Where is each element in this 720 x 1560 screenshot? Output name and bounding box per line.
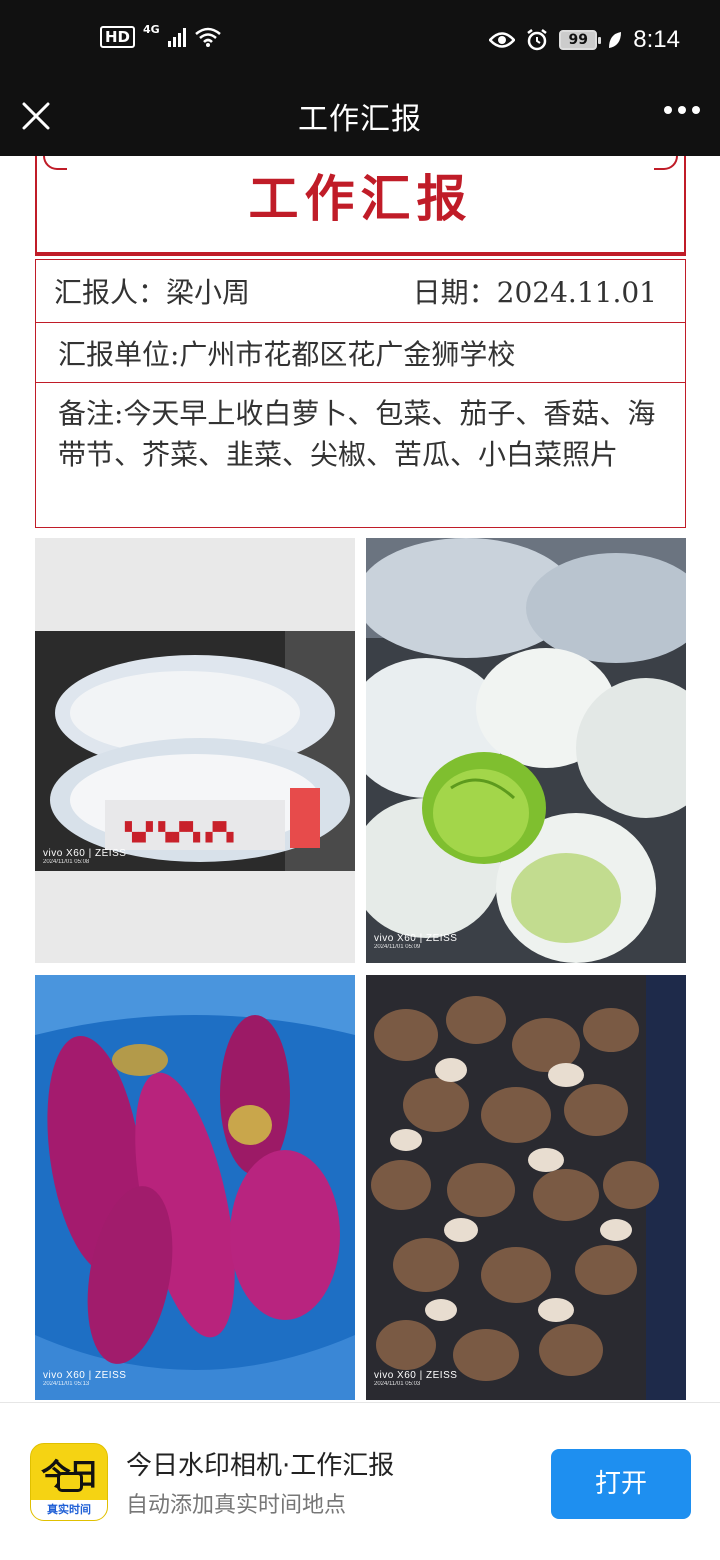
watermark-timestamp: 2024/11/01 05:13 — [43, 1381, 90, 1387]
leaf-icon — [609, 32, 622, 48]
eye-icon — [489, 32, 516, 48]
watermark-timestamp: 2024/11/01 05:08 — [43, 859, 90, 865]
app-promo-bar: 今日 真实时间 今日水印相机·工作汇报 自动添加真实时间地点 打开 — [0, 1402, 720, 1560]
nav-bar: 工作汇报 — [0, 84, 720, 156]
clock: 8:14 — [633, 26, 680, 53]
camera-icon — [57, 1472, 83, 1492]
status-bar: HD 4G 99 8:14 — [0, 0, 720, 84]
reporter: 汇报人：梁小周 — [54, 276, 251, 309]
watermark-brand: vivo X60 | ZEISS — [43, 848, 127, 859]
watermark-brand: vivo X60 | ZEISS — [374, 933, 458, 944]
photo-mushroom[interactable]: vivo X60 | ZEISS 2024/11/01 05:03 — [366, 975, 686, 1400]
photo-watermark: vivo X60 | ZEISS 2024/11/01 05:13 — [43, 1370, 126, 1387]
watermark-brand: vivo X60 | ZEISS — [43, 1370, 127, 1381]
open-app-button[interactable]: 打开 — [551, 1449, 691, 1519]
report-card: 工作汇报 汇报人：梁小周 日期：2024.11.01 汇报单位:广州市花都区花广… — [35, 156, 686, 528]
watermark-brand: vivo X60 | ZEISS — [374, 1370, 458, 1381]
reporter-row: 汇报人：梁小周 日期：2024.11.01 — [35, 259, 686, 323]
photo-watermark: vivo X60 | ZEISS 2024/11/01 05:08 — [43, 848, 126, 865]
hd-badge: HD — [100, 26, 136, 48]
promo-title: 今日水印相机·工作汇报 — [126, 1451, 395, 1481]
svg-text:▚▞ ▚▞▚ ▞▚: ▚▞ ▚▞▚ ▞▚ — [124, 821, 235, 843]
unit-row: 汇报单位:广州市花都区花广金狮学校 — [35, 323, 686, 383]
wifi-icon — [194, 27, 221, 47]
status-right: 99 8:14 — [489, 26, 680, 54]
promo-subtitle: 自动添加真实时间地点 — [126, 1493, 347, 1518]
more-icon[interactable] — [664, 106, 700, 116]
app-icon-subtext: 真实时间 — [31, 1500, 107, 1520]
watermark-timestamp: 2024/11/01 05:09 — [374, 944, 421, 950]
alarm-icon — [527, 29, 548, 51]
photo-watermark: vivo X60 | ZEISS 2024/11/01 05:09 — [374, 933, 457, 950]
photo-watermark: vivo X60 | ZEISS 2024/11/01 05:03 — [374, 1370, 457, 1387]
page-title: 工作汇报 — [298, 102, 422, 137]
photo-radish[interactable]: ▚▞ ▚▞▚ ▞▚ vivo X60 | ZEISS 2024/11/01 05… — [35, 538, 355, 963]
battery-icon: 99 — [559, 30, 602, 50]
report-title: 工作汇报 — [248, 169, 473, 228]
report-date: 日期：2024.11.01 — [412, 276, 657, 309]
network-type: 4G — [143, 22, 160, 36]
signal-icon — [167, 27, 186, 47]
status-left: HD 4G — [100, 22, 222, 48]
report-note: 备注:今天早上收白萝卜、包菜、茄子、香菇、海带节、芥菜、韭菜、尖椒、苦瓜、小白菜… — [58, 397, 656, 471]
photo-cabbage[interactable]: vivo X60 | ZEISS 2024/11/01 05:09 — [366, 538, 686, 963]
app-icon[interactable]: 今日 真实时间 — [30, 1443, 108, 1521]
report-header: 工作汇报 — [35, 156, 686, 256]
note-row: 备注:今天早上收白萝卜、包菜、茄子、香菇、海带节、芥菜、韭菜、尖椒、苦瓜、小白菜… — [35, 383, 686, 528]
photo-eggplant[interactable]: vivo X60 | ZEISS 2024/11/01 05:13 — [35, 975, 355, 1400]
report-unit: 汇报单位:广州市花都区花广金狮学校 — [58, 337, 516, 371]
watermark-timestamp: 2024/11/01 05:03 — [374, 1381, 421, 1387]
